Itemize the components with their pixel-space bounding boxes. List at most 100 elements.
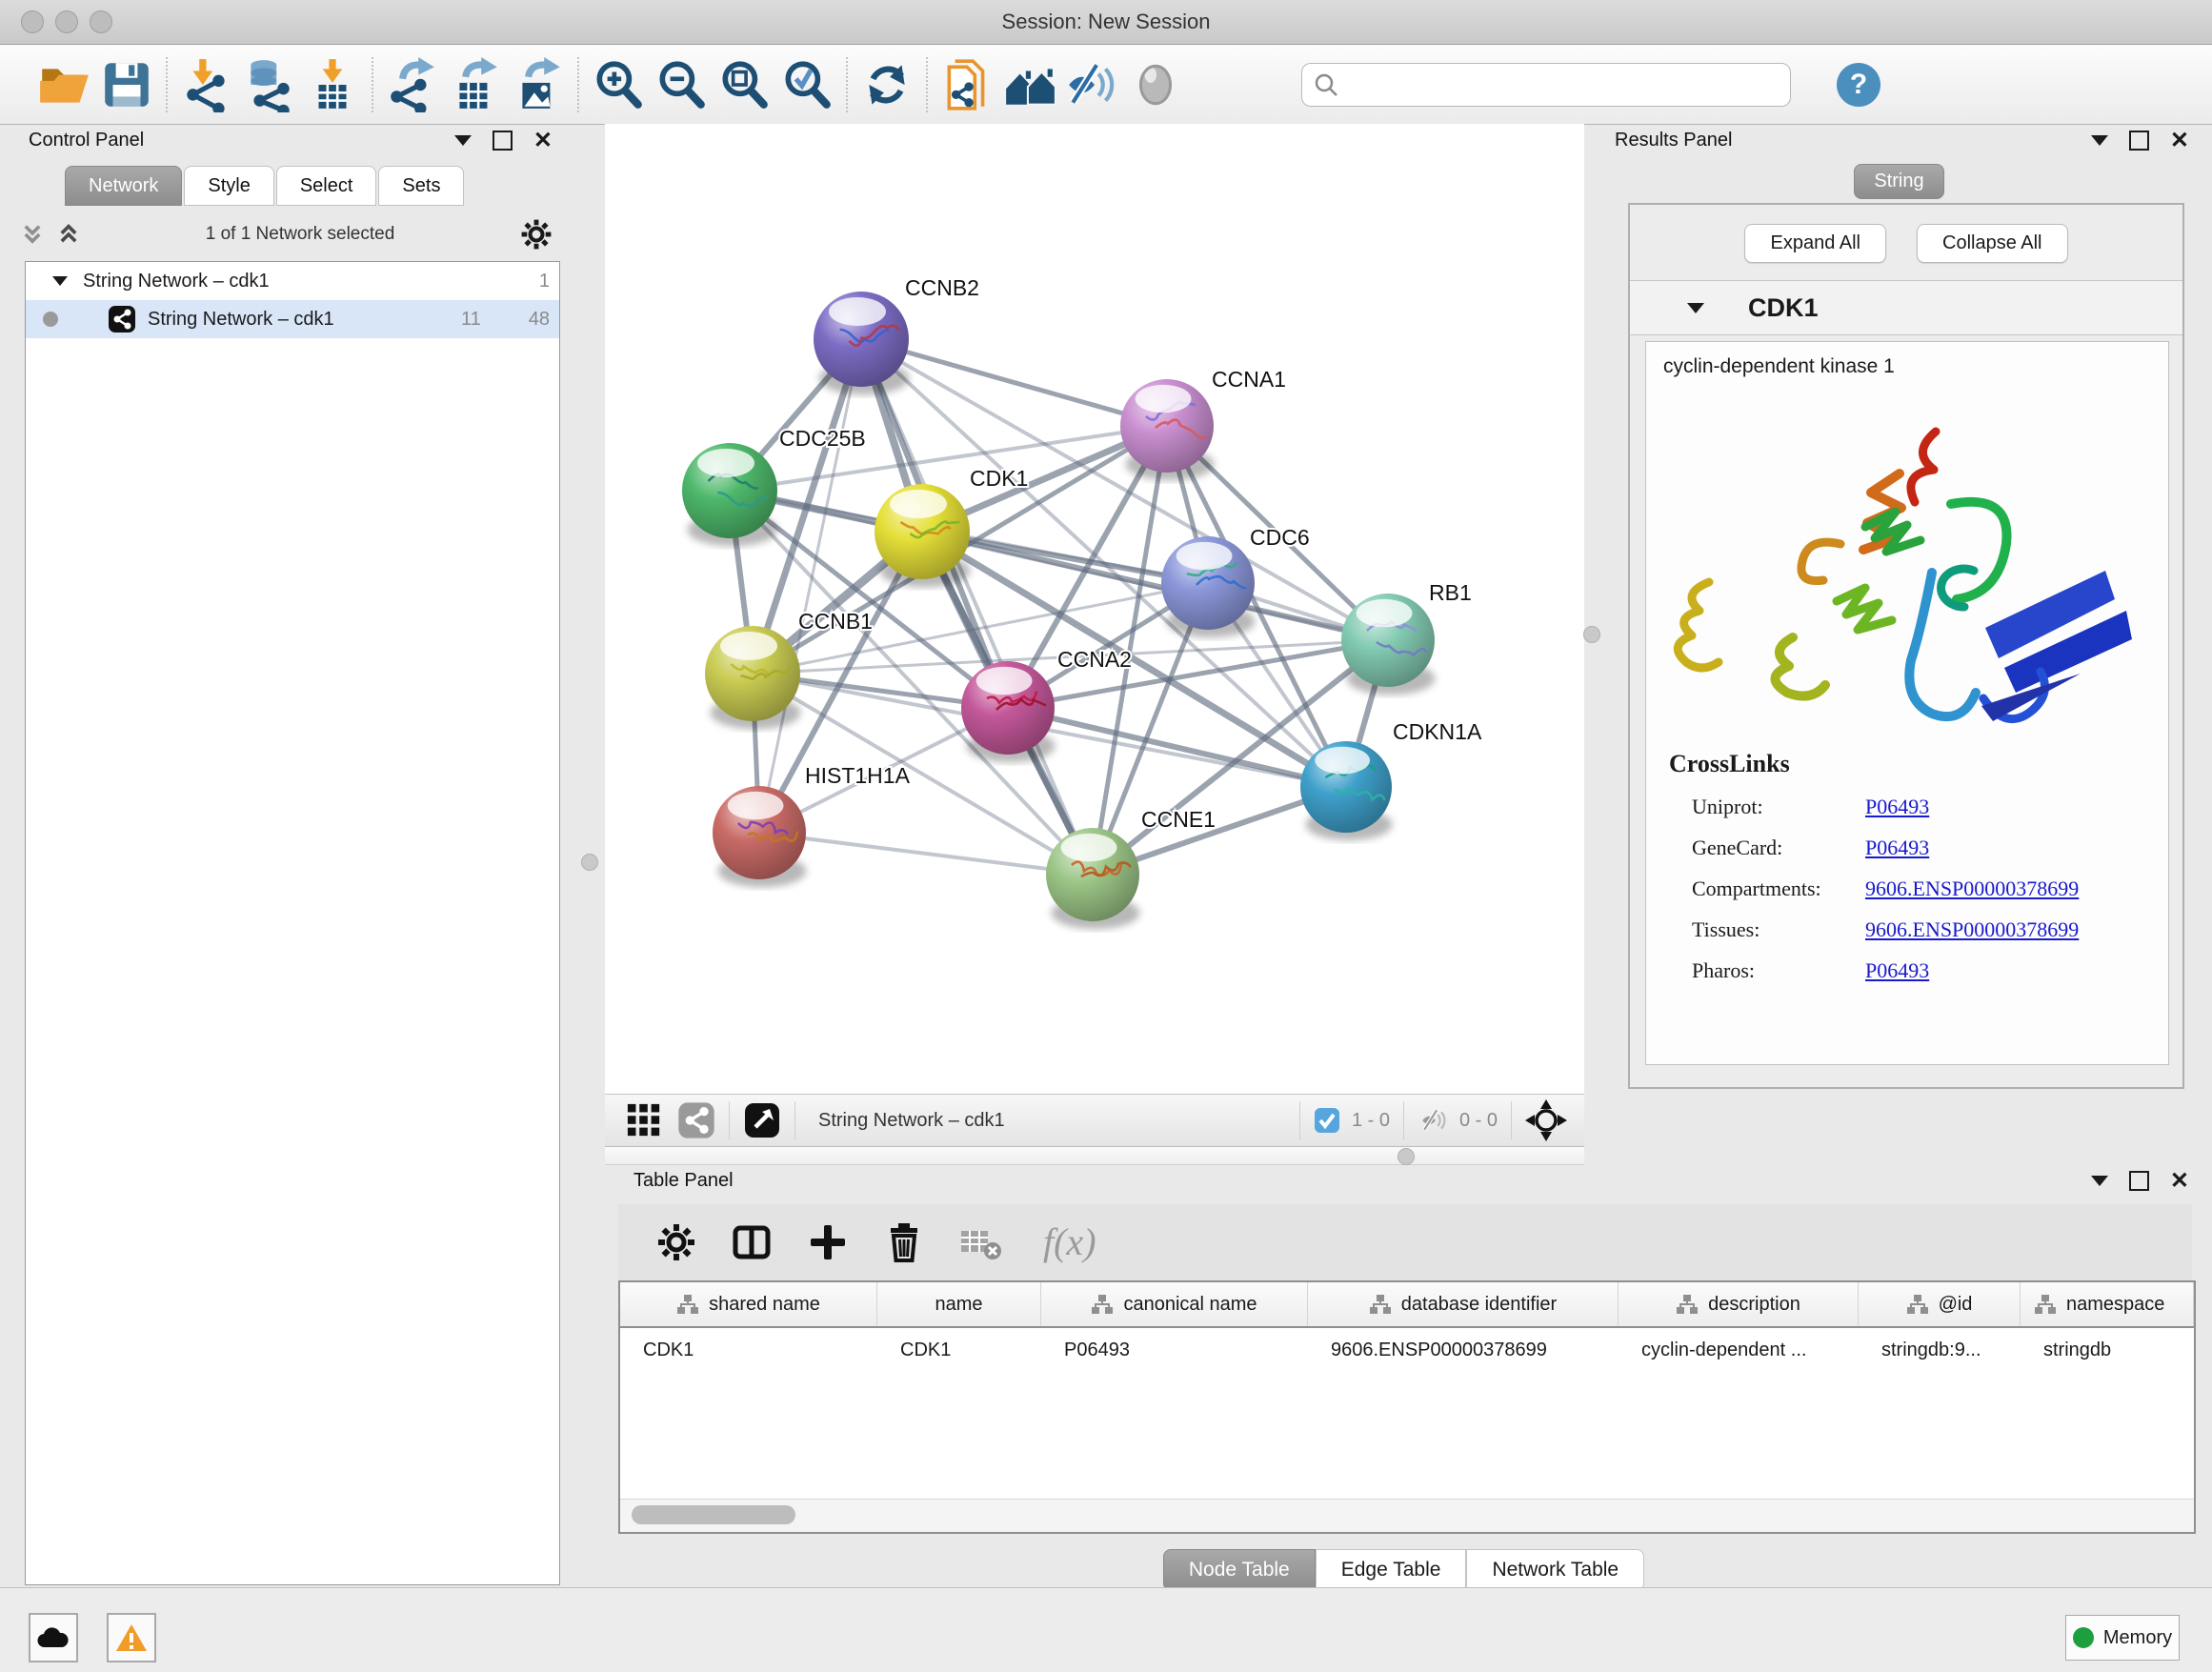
export-table-icon[interactable] bbox=[444, 54, 507, 115]
zoom-in-icon[interactable] bbox=[587, 54, 650, 115]
network-row[interactable]: String Network – cdk1 11 48 bbox=[26, 300, 559, 338]
expand-all-icon[interactable] bbox=[57, 224, 80, 245]
panel-float-icon[interactable] bbox=[2129, 131, 2149, 151]
crosslink-link[interactable]: 9606.ENSP00000378699 bbox=[1865, 876, 2079, 901]
selected-counts: 1 - 0 bbox=[1352, 1110, 1390, 1132]
share-view-icon[interactable] bbox=[677, 1101, 715, 1139]
open-session-icon[interactable] bbox=[32, 54, 95, 115]
window-close-button[interactable] bbox=[21, 10, 44, 33]
tab-node-table[interactable]: Node Table bbox=[1163, 1549, 1316, 1591]
crosslinks-heading: CrossLinks bbox=[1669, 750, 2164, 778]
collapse-all-button[interactable]: Collapse All bbox=[1917, 224, 2068, 263]
main-toolbar: ? bbox=[0, 45, 2212, 125]
crosslink-link[interactable]: P06493 bbox=[1865, 836, 1929, 860]
tab-sets[interactable]: Sets bbox=[378, 166, 464, 206]
section-collapse-icon[interactable] bbox=[1687, 303, 1704, 313]
table-horizontal-scrollbar[interactable] bbox=[620, 1499, 2194, 1532]
expand-all-button[interactable]: Expand All bbox=[1744, 224, 1886, 263]
panel-collapse-icon[interactable] bbox=[454, 135, 472, 146]
scrollbar-thumb[interactable] bbox=[632, 1505, 795, 1524]
panel-collapse-icon[interactable] bbox=[2091, 135, 2108, 146]
panel-close-icon[interactable]: ✕ bbox=[2170, 1173, 2189, 1189]
search-icon bbox=[1314, 72, 1338, 97]
export-image-icon[interactable] bbox=[507, 54, 570, 115]
zoom-selected-icon[interactable] bbox=[775, 54, 838, 115]
col-canonical-name[interactable]: canonical name bbox=[1041, 1282, 1308, 1326]
tab-string[interactable]: String bbox=[1854, 164, 1943, 199]
network-view-toolbar: String Network – cdk1 1 - 0 0 - 0 bbox=[605, 1094, 1584, 1147]
crosslink-link[interactable]: 9606.ENSP00000378699 bbox=[1865, 917, 2079, 942]
col-shared-name[interactable]: shared name bbox=[620, 1282, 877, 1326]
node-label-hist1h1a: HIST1H1A bbox=[805, 763, 911, 788]
memory-button[interactable]: Memory bbox=[2065, 1615, 2180, 1661]
cloud-button[interactable] bbox=[29, 1613, 78, 1662]
window-minimize-button[interactable] bbox=[55, 10, 78, 33]
crosslink-label: GeneCard: bbox=[1669, 836, 1865, 860]
panel-close-icon[interactable]: ✕ bbox=[533, 132, 553, 149]
collection-count: 1 bbox=[539, 271, 550, 292]
show-columns-icon[interactable] bbox=[731, 1221, 773, 1263]
selected-checkbox-icon[interactable] bbox=[1314, 1107, 1340, 1134]
zoom-fit-icon[interactable] bbox=[713, 54, 775, 115]
tab-network-table[interactable]: Network Table bbox=[1466, 1549, 1644, 1591]
memory-label: Memory bbox=[2103, 1627, 2172, 1649]
string-results-box: Expand All Collapse All CDK1 cyclin-depe… bbox=[1628, 203, 2184, 1089]
node-label-ccna1: CCNA1 bbox=[1212, 367, 1286, 392]
table-settings-gear-icon[interactable] bbox=[656, 1222, 696, 1262]
table-row[interactable]: CDK1 CDK1 P06493 9606.ENSP00000378699 cy… bbox=[620, 1328, 2194, 1372]
window-zoom-button[interactable] bbox=[90, 10, 112, 33]
search-input[interactable] bbox=[1301, 63, 1791, 107]
panel-close-icon[interactable]: ✕ bbox=[2170, 132, 2189, 149]
panel-float-icon[interactable] bbox=[2129, 1171, 2149, 1191]
node-count: 11 bbox=[461, 309, 481, 331]
gear-icon[interactable] bbox=[520, 218, 553, 251]
grid-view-icon[interactable] bbox=[626, 1102, 662, 1138]
network-status-dot bbox=[43, 312, 58, 327]
network-view-title: String Network – cdk1 bbox=[818, 1110, 1005, 1132]
warning-button[interactable] bbox=[107, 1613, 156, 1662]
crosslink-link[interactable]: P06493 bbox=[1865, 795, 1929, 819]
node-section-header[interactable]: CDK1 bbox=[1630, 280, 2182, 335]
fit-selected-icon[interactable] bbox=[1525, 1099, 1567, 1141]
export-network-icon[interactable] bbox=[381, 54, 444, 115]
birds-eye-view-icon[interactable] bbox=[743, 1101, 781, 1139]
home-icon[interactable] bbox=[998, 54, 1061, 115]
save-session-icon[interactable] bbox=[95, 54, 158, 115]
help-button[interactable]: ? bbox=[1837, 63, 1880, 107]
collapse-all-icon[interactable] bbox=[21, 224, 44, 245]
network-canvas[interactable]: CCNB2CCNA1CDC25BCDK1CDC6RB1CCNB1CCNA2CDK… bbox=[605, 124, 1584, 1094]
horizontal-splitter[interactable] bbox=[605, 1147, 1584, 1165]
node-table[interactable]: shared name name canonical name database… bbox=[618, 1280, 2196, 1534]
import-network-icon[interactable] bbox=[175, 54, 238, 115]
hidden-eye-slash-icon bbox=[1418, 1106, 1452, 1135]
panel-collapse-icon[interactable] bbox=[2091, 1176, 2108, 1186]
protein-structure-image bbox=[1650, 382, 2164, 744]
zoom-out-icon[interactable] bbox=[650, 54, 713, 115]
eye-icon[interactable] bbox=[1124, 54, 1187, 115]
col-database-identifier[interactable]: database identifier bbox=[1308, 1282, 1619, 1326]
node-label-ccne1: CCNE1 bbox=[1141, 807, 1216, 832]
tree-expand-icon[interactable] bbox=[52, 276, 68, 286]
import-table-icon[interactable] bbox=[301, 54, 364, 115]
tab-style[interactable]: Style bbox=[184, 166, 273, 206]
document-share-icon[interactable] bbox=[935, 54, 998, 115]
panel-float-icon[interactable] bbox=[493, 131, 513, 151]
edge-count: 48 bbox=[529, 309, 550, 331]
col-namespace[interactable]: namespace bbox=[2021, 1282, 2194, 1326]
network-collection-row[interactable]: String Network – cdk1 1 bbox=[26, 262, 559, 300]
delete-column-trash-icon[interactable] bbox=[883, 1221, 925, 1263]
tab-select[interactable]: Select bbox=[276, 166, 377, 206]
col-id[interactable]: @id bbox=[1859, 1282, 2021, 1326]
search-field[interactable] bbox=[1338, 72, 1752, 96]
add-column-icon[interactable] bbox=[807, 1221, 849, 1263]
col-description[interactable]: description bbox=[1619, 1282, 1859, 1326]
tab-network[interactable]: Network bbox=[65, 166, 182, 206]
network-tree: String Network – cdk1 1 String Network –… bbox=[25, 261, 560, 1585]
eye-slash-icon[interactable] bbox=[1061, 54, 1124, 115]
tab-edge-table[interactable]: Edge Table bbox=[1316, 1549, 1467, 1591]
crosslink-link[interactable]: P06493 bbox=[1865, 958, 1929, 983]
col-name[interactable]: name bbox=[877, 1282, 1041, 1326]
refresh-icon[interactable] bbox=[855, 54, 918, 115]
left-splitter-handle[interactable] bbox=[581, 854, 598, 871]
import-database-icon[interactable] bbox=[238, 54, 301, 115]
